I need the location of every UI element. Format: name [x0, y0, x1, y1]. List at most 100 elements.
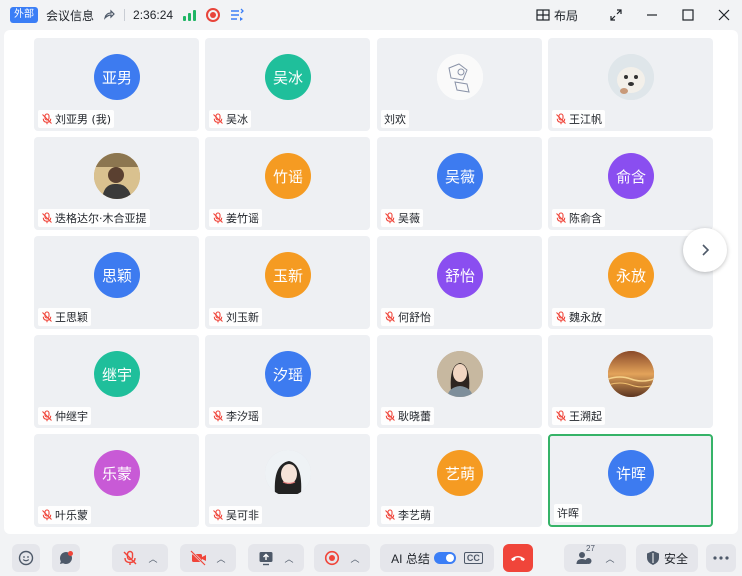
- participant-tile[interactable]: 乐蒙 叶乐蒙: [34, 434, 199, 527]
- emoji-icon: [18, 550, 34, 566]
- participant-tile[interactable]: 亚男刘亚男 (我): [34, 38, 199, 131]
- participant-tile[interactable]: 耿晓蕾: [377, 335, 542, 428]
- participant-tile[interactable]: 继宇 仲继宇: [34, 335, 199, 428]
- avatar: 汐瑶: [265, 351, 311, 397]
- maximize-icon[interactable]: [670, 0, 706, 30]
- minimize-icon[interactable]: [634, 0, 670, 30]
- mic-off-icon: [384, 410, 396, 422]
- bottom-toolbar: ︿ ︿ ︿ ︿ AI 总结 CC 27 ︿ 安全: [0, 540, 742, 576]
- chevron-up-icon[interactable]: ︿: [350, 552, 359, 565]
- camera-off-icon: [190, 550, 207, 566]
- participant-tile[interactable]: 王江帆: [548, 38, 713, 131]
- participant-name: 叶乐蒙: [55, 509, 88, 522]
- mic-off-icon: [212, 212, 224, 224]
- mic-off-icon: [212, 410, 224, 422]
- participant-name-tag: 刘欢: [381, 110, 409, 128]
- participant-tile[interactable]: 刘欢: [377, 38, 542, 131]
- microphone-button[interactable]: ︿: [112, 544, 168, 572]
- participant-name-tag: 何舒怡: [381, 308, 434, 326]
- participant-tile[interactable]: 吴可非: [205, 434, 370, 527]
- ai-summary-label: AI 总结: [391, 551, 430, 566]
- participant-tile[interactable]: 吴冰 吴冰: [205, 38, 370, 131]
- participant-name-tag: 王溯起: [552, 407, 605, 425]
- participant-tile[interactable]: 竹谣 姜竹谣: [205, 137, 370, 230]
- avatar: [437, 351, 483, 397]
- avatar: [608, 54, 654, 100]
- camera-button[interactable]: ︿: [180, 544, 236, 572]
- share-screen-button[interactable]: ︿: [248, 544, 304, 572]
- participant-name: 吴薇: [398, 212, 420, 225]
- mic-off-icon: [212, 113, 224, 125]
- participant-tile[interactable]: 思颖 王思颖: [34, 236, 199, 329]
- participant-tile[interactable]: 许晖 许晖: [548, 434, 713, 527]
- agenda-icon[interactable]: [230, 8, 244, 22]
- more-button[interactable]: [706, 544, 736, 572]
- participant-name: 耿晓蕾: [398, 410, 431, 423]
- participant-name: 仲继宇: [55, 410, 88, 423]
- participant-name-tag: 吴可非: [209, 506, 262, 524]
- participant-name-tag: 陈俞含: [552, 209, 605, 227]
- next-page-button[interactable]: [683, 228, 727, 272]
- avatar: 舒怡: [437, 252, 483, 298]
- mic-off-icon: [123, 550, 137, 565]
- participant-name-tag: 迭格达尔·木合亚提: [38, 209, 150, 227]
- record-button[interactable]: ︿: [314, 544, 370, 572]
- avatar: 俞含: [608, 153, 654, 199]
- participant-name-tag: 吴冰: [209, 110, 251, 128]
- chevron-right-icon: [702, 244, 710, 256]
- participant-name-tag: 仲继宇: [38, 407, 91, 425]
- chevron-up-icon[interactable]: ︿: [216, 552, 225, 565]
- mic-off-icon: [555, 311, 567, 323]
- ai-summary-button[interactable]: AI 总结 CC: [380, 544, 494, 572]
- participant-tile[interactable]: 玉新 刘玉新: [205, 236, 370, 329]
- recording-icon[interactable]: [206, 8, 221, 22]
- participant-tile[interactable]: 王溯起: [548, 335, 713, 428]
- external-tag: 外部: [10, 7, 38, 23]
- avatar: [265, 450, 311, 496]
- avatar: 亚男: [94, 54, 140, 100]
- meeting-info-link[interactable]: 会议信息: [46, 7, 94, 24]
- signal-icon[interactable]: [183, 9, 197, 21]
- avatar: [608, 351, 654, 397]
- mic-off-icon: [41, 410, 53, 422]
- participant-name: 何舒怡: [398, 311, 431, 324]
- fullscreen-icon[interactable]: [598, 0, 634, 30]
- participant-name-tag: 刘亚男 (我): [38, 110, 115, 128]
- hangup-icon: [511, 556, 525, 561]
- participant-name-tag: 魏永放: [552, 308, 605, 326]
- participants-button[interactable]: 27 ︿: [564, 544, 626, 572]
- chevron-up-icon[interactable]: ︿: [605, 552, 614, 565]
- participant-tile[interactable]: 俞含 陈俞含: [548, 137, 713, 230]
- share-icon[interactable]: [102, 8, 116, 22]
- mic-off-icon: [41, 311, 53, 323]
- shield-icon: [646, 551, 659, 565]
- reaction-button[interactable]: [12, 544, 40, 572]
- chat-icon: [59, 551, 73, 565]
- participant-tile[interactable]: 艺萌 李艺萌: [377, 434, 542, 527]
- captions-icon[interactable]: CC: [463, 552, 483, 564]
- participant-tile[interactable]: 迭格达尔·木合亚提: [34, 137, 199, 230]
- mic-off-icon: [384, 509, 396, 521]
- mic-off-icon: [384, 212, 396, 224]
- layout-button[interactable]: 布局: [536, 7, 578, 24]
- avatar: 思颖: [94, 252, 140, 298]
- chevron-up-icon[interactable]: ︿: [284, 552, 293, 565]
- participant-name: 刘玉新: [226, 311, 259, 324]
- chat-button[interactable]: [52, 544, 80, 572]
- more-icon: [713, 556, 729, 560]
- divider: [124, 9, 126, 21]
- chevron-up-icon[interactable]: ︿: [148, 552, 157, 565]
- participant-name-tag: 李艺萌: [381, 506, 434, 524]
- participant-tile[interactable]: 吴薇 吴薇: [377, 137, 542, 230]
- mic-off-icon: [41, 113, 53, 125]
- close-icon[interactable]: [706, 0, 742, 30]
- ai-summary-toggle[interactable]: [433, 552, 456, 564]
- participant-name: 刘亚男 (我): [55, 113, 112, 126]
- security-button[interactable]: 安全: [636, 544, 698, 572]
- leave-meeting-button[interactable]: [503, 544, 533, 572]
- mic-off-icon: [384, 311, 396, 323]
- participant-tile[interactable]: 汐瑶 李汐瑶: [205, 335, 370, 428]
- participant-tile[interactable]: 舒怡 何舒怡: [377, 236, 542, 329]
- participant-name: 陈俞含: [569, 212, 602, 225]
- participant-name-tag: 刘玉新: [209, 308, 262, 326]
